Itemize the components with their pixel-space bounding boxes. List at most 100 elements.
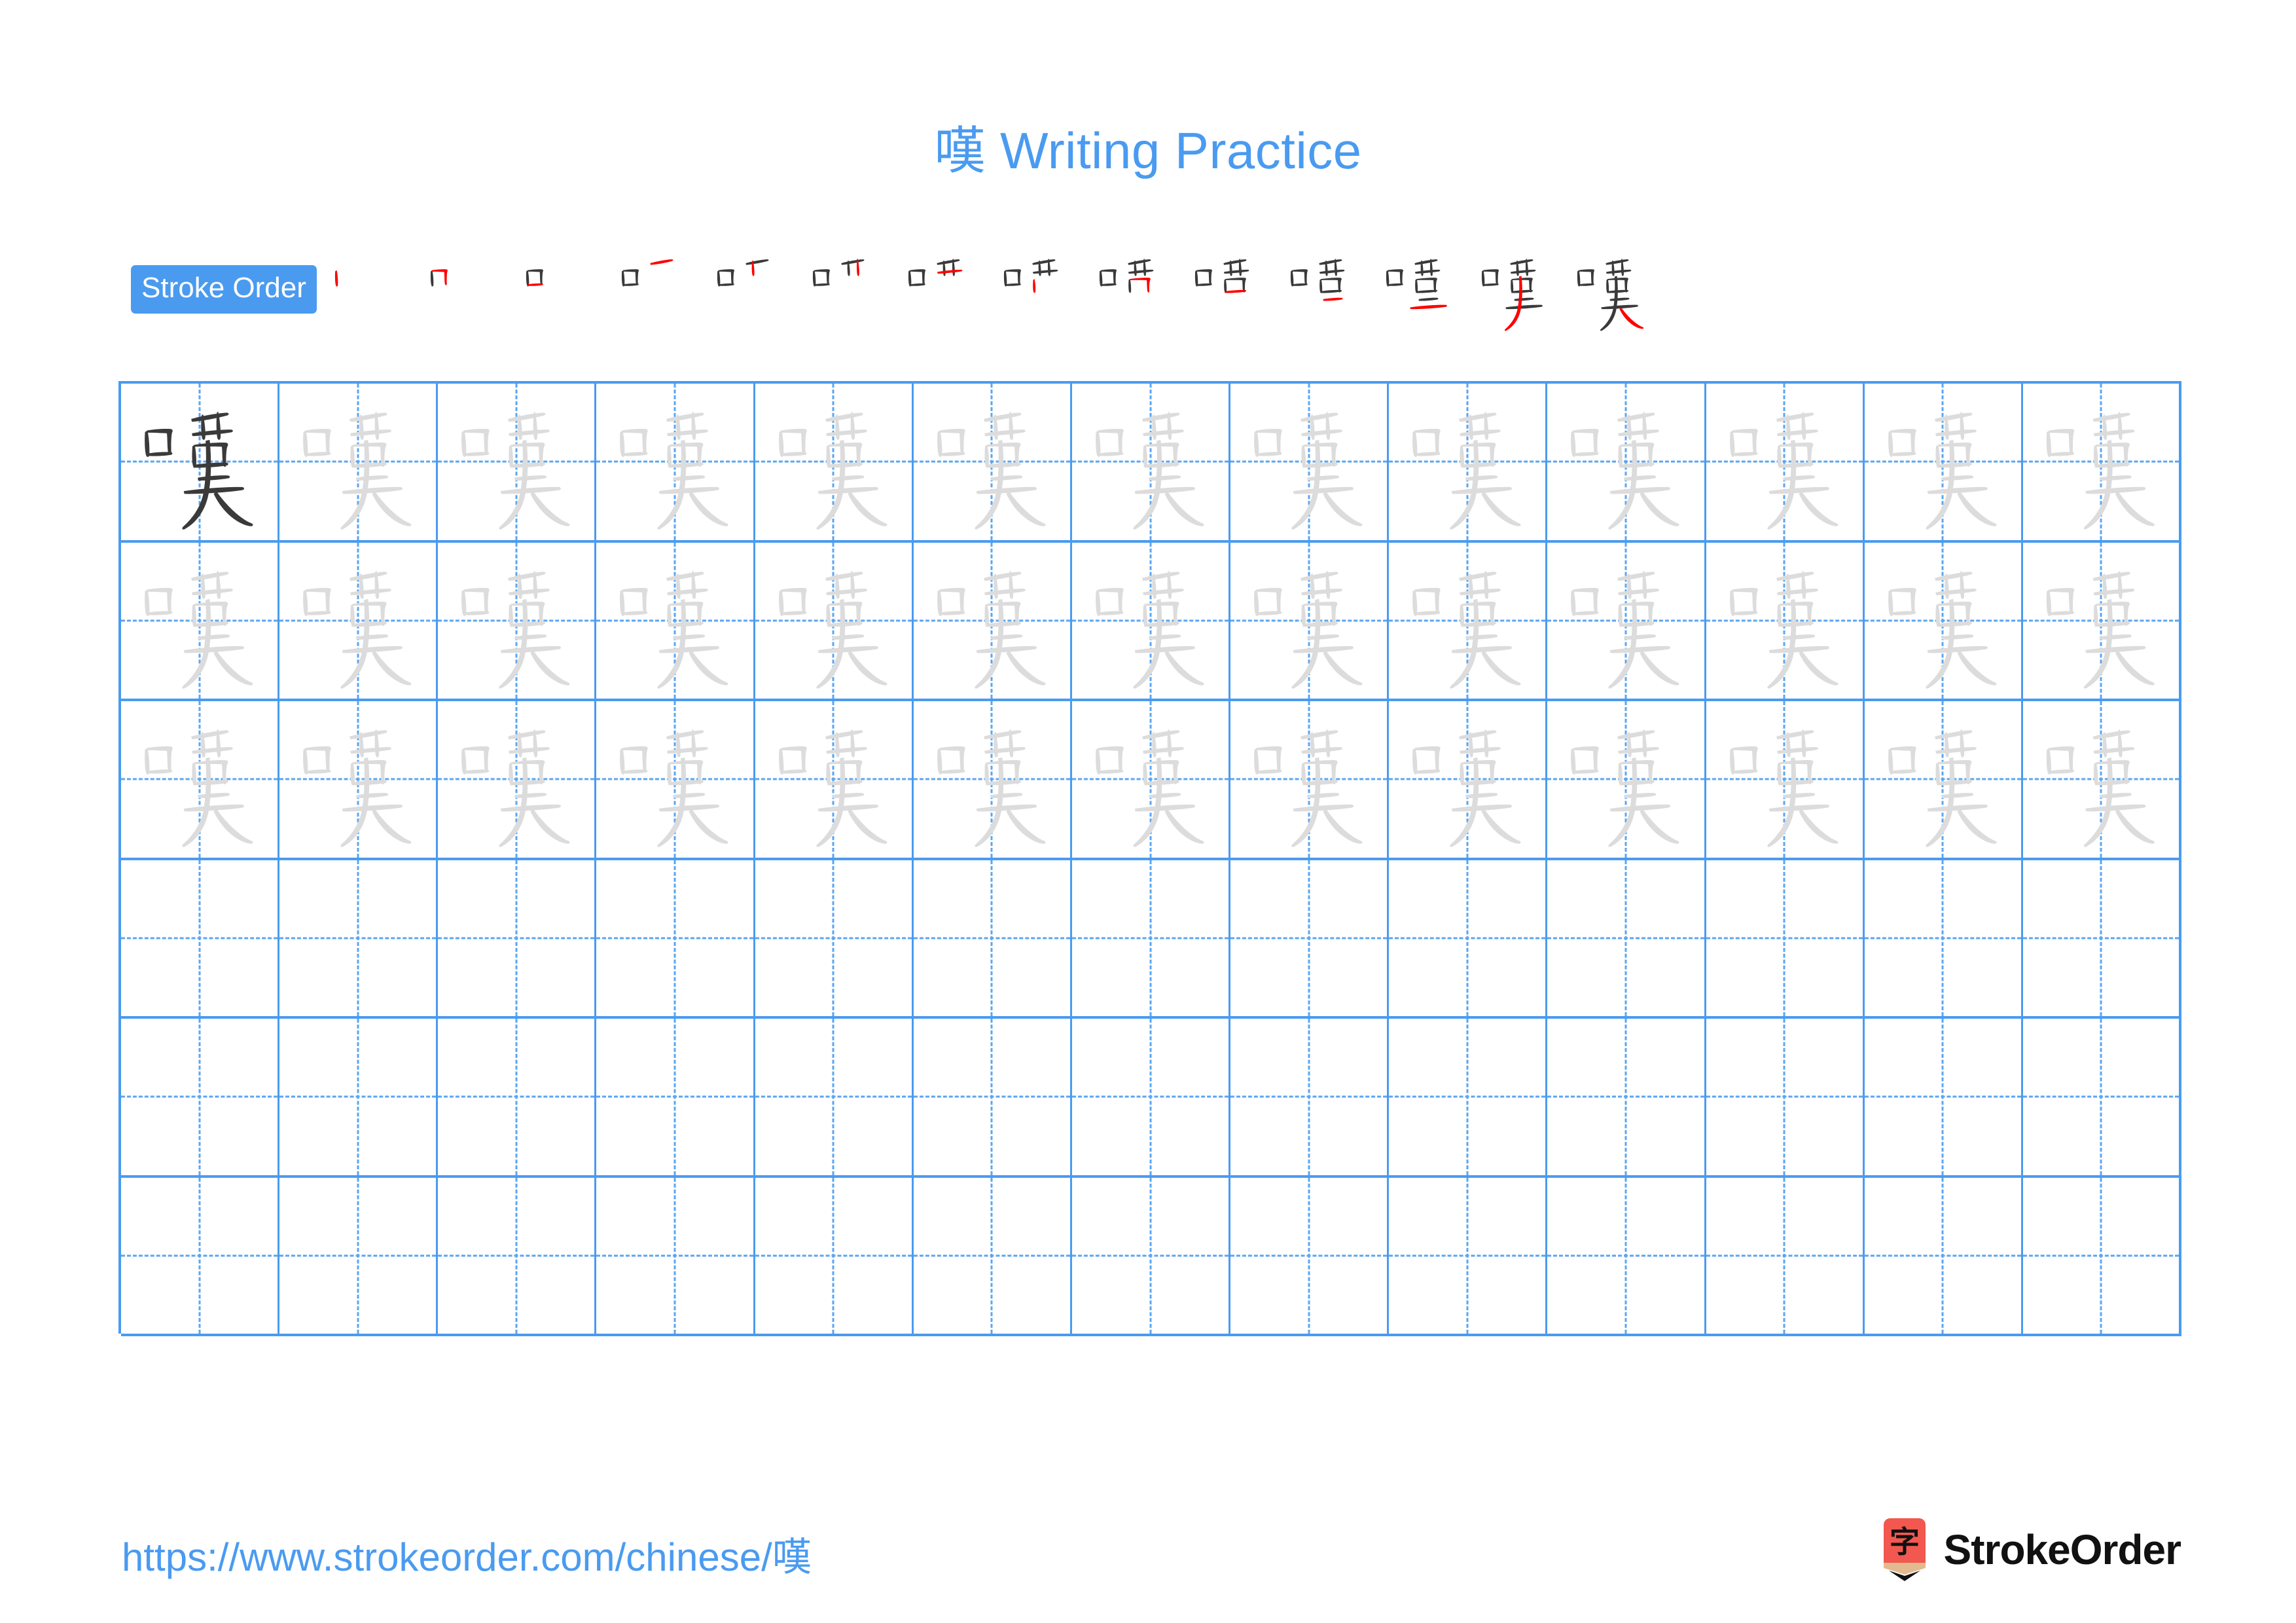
practice-cell[interactable]: [279, 384, 439, 540]
practice-cell[interactable]: [1706, 542, 1865, 699]
practice-cell[interactable]: [1230, 860, 1390, 1016]
practice-cell[interactable]: [1072, 1019, 1231, 1175]
practice-cell[interactable]: [1389, 542, 1548, 699]
practice-cell[interactable]: [914, 860, 1072, 1016]
practice-cell[interactable]: [1230, 542, 1390, 699]
practice-cell[interactable]: [1072, 860, 1231, 1016]
trace-character: [121, 543, 278, 699]
practice-cell[interactable]: [121, 701, 280, 858]
practice-cell[interactable]: [914, 1177, 1072, 1334]
practice-cell[interactable]: [121, 1019, 280, 1175]
practice-cell[interactable]: [596, 860, 755, 1016]
practice-cell[interactable]: [279, 1019, 439, 1175]
practice-cell[interactable]: [1547, 542, 1706, 699]
practice-cell[interactable]: [121, 1177, 280, 1334]
trace-character: [914, 384, 1070, 540]
practice-cell[interactable]: [755, 384, 914, 540]
practice-cell[interactable]: [2023, 542, 2182, 699]
trace-character: [596, 701, 753, 858]
trace-character: [2023, 384, 2179, 540]
practice-cell[interactable]: [1547, 701, 1706, 858]
practice-cell[interactable]: [438, 701, 597, 858]
practice-cell[interactable]: [2023, 1019, 2182, 1175]
stroke-step-13: [1467, 242, 1563, 337]
practice-cell[interactable]: [121, 860, 280, 1016]
practice-cell[interactable]: [279, 1177, 439, 1334]
practice-cell[interactable]: [755, 1019, 914, 1175]
practice-cell[interactable]: [438, 1019, 597, 1175]
practice-cell[interactable]: [121, 542, 280, 699]
stroke-step-2: [416, 242, 512, 337]
strokeorder-pencil-logo-icon: 字: [1880, 1518, 1929, 1581]
practice-cell[interactable]: [1230, 1019, 1390, 1175]
practice-cell[interactable]: [1706, 384, 1865, 540]
practice-cell[interactable]: [1706, 1177, 1865, 1334]
practice-cell[interactable]: [596, 1177, 755, 1334]
practice-cell[interactable]: [1230, 701, 1390, 858]
practice-cell[interactable]: [121, 384, 280, 540]
practice-cell[interactable]: [279, 542, 439, 699]
practice-cell[interactable]: [2023, 384, 2182, 540]
practice-cell[interactable]: [1230, 1177, 1390, 1334]
practice-cell[interactable]: [596, 1019, 755, 1175]
practice-cell[interactable]: [1389, 1177, 1548, 1334]
practice-cell[interactable]: [438, 860, 597, 1016]
trace-character: [1230, 701, 1387, 858]
practice-cell[interactable]: [1547, 1177, 1706, 1334]
trace-character: [121, 701, 278, 858]
page-title-text: Writing Practice: [985, 122, 1362, 179]
trace-character: [438, 543, 594, 699]
practice-cell[interactable]: [914, 542, 1072, 699]
practice-cell[interactable]: [1072, 384, 1231, 540]
practice-cell[interactable]: [1865, 384, 2023, 540]
practice-cell[interactable]: [1706, 860, 1865, 1016]
practice-cell[interactable]: [1865, 860, 2023, 1016]
trace-character: [755, 543, 912, 699]
stroke-step-1: [321, 242, 416, 337]
practice-cell[interactable]: [1706, 701, 1865, 858]
practice-cell[interactable]: [1865, 701, 2023, 858]
practice-cell[interactable]: [2023, 860, 2182, 1016]
practice-cell[interactable]: [1389, 701, 1548, 858]
practice-cell[interactable]: [1072, 701, 1231, 858]
practice-grid-row: [121, 384, 2182, 543]
practice-cell[interactable]: [755, 542, 914, 699]
practice-cell[interactable]: [438, 542, 597, 699]
practice-cell[interactable]: [1389, 384, 1548, 540]
practice-cell[interactable]: [755, 860, 914, 1016]
practice-cell[interactable]: [755, 1177, 914, 1334]
stroke-order-section: Stroke Order: [131, 250, 2186, 331]
practice-cell[interactable]: [755, 701, 914, 858]
trace-character: [1072, 543, 1229, 699]
practice-cell[interactable]: [438, 1177, 597, 1334]
practice-cell[interactable]: [1389, 860, 1548, 1016]
practice-cell[interactable]: [1389, 1019, 1548, 1175]
practice-cell[interactable]: [1865, 1177, 2023, 1334]
practice-cell[interactable]: [1865, 542, 2023, 699]
practice-cell[interactable]: [279, 860, 439, 1016]
practice-cell[interactable]: [1865, 1019, 2023, 1175]
trace-character: [1706, 384, 1863, 540]
practice-cell[interactable]: [596, 384, 755, 540]
practice-cell[interactable]: [2023, 1177, 2182, 1334]
practice-grid-row: [121, 542, 2182, 701]
practice-cell[interactable]: [279, 701, 439, 858]
practice-cell[interactable]: [914, 1019, 1072, 1175]
practice-cell[interactable]: [1547, 384, 1706, 540]
stroke-step-11: [1276, 242, 1372, 337]
trace-character: [1072, 384, 1229, 540]
practice-cell[interactable]: [1547, 1019, 1706, 1175]
practice-cell[interactable]: [914, 701, 1072, 858]
practice-cell[interactable]: [1706, 1019, 1865, 1175]
practice-cell[interactable]: [596, 542, 755, 699]
practice-cell[interactable]: [1230, 384, 1390, 540]
practice-cell[interactable]: [2023, 701, 2182, 858]
trace-character: [1865, 384, 2021, 540]
practice-cell[interactable]: [438, 384, 597, 540]
footer-url[interactable]: https://www.strokeorder.com/chinese/嘆: [122, 1525, 812, 1582]
practice-cell[interactable]: [1547, 860, 1706, 1016]
practice-cell[interactable]: [596, 701, 755, 858]
practice-cell[interactable]: [1072, 1177, 1231, 1334]
practice-cell[interactable]: [914, 384, 1072, 540]
practice-cell[interactable]: [1072, 542, 1231, 699]
